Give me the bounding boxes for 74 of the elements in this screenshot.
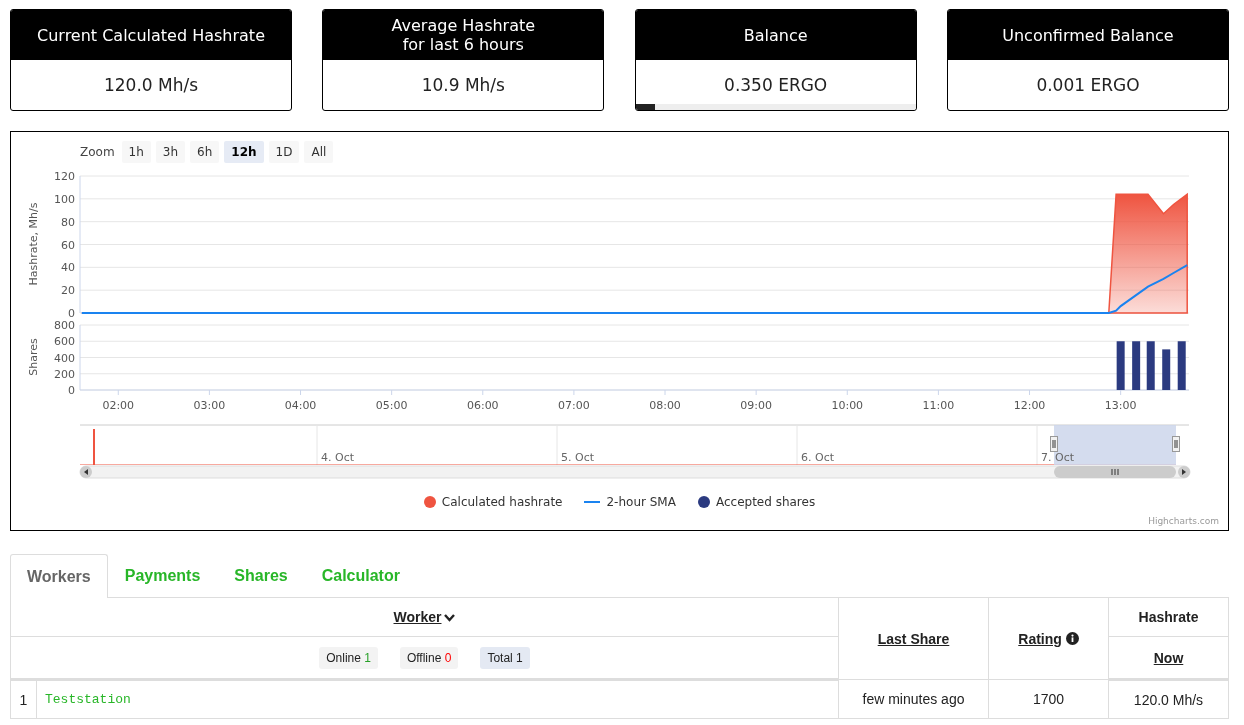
axis-tick-label: 60 bbox=[61, 238, 75, 252]
card-title: Balance bbox=[635, 10, 916, 60]
zoom-button[interactable]: All bbox=[304, 141, 334, 163]
axis-tick-label: 13:00 bbox=[1104, 399, 1137, 412]
legend-label: Accepted shares bbox=[715, 495, 816, 509]
row-number: 1 bbox=[10, 679, 37, 719]
shares-bar bbox=[1116, 341, 1125, 390]
card-title: Current Calculated Hashrate bbox=[11, 10, 291, 60]
axis-tick-label: 0 bbox=[68, 307, 75, 320]
axis-tick-label: 120 bbox=[54, 170, 75, 183]
tab[interactable]: Workers bbox=[10, 554, 108, 598]
legend-item[interactable]: 2-hour SMA bbox=[584, 495, 676, 509]
axis-tick-label: 600 bbox=[54, 335, 75, 349]
chevron-down-icon bbox=[444, 613, 456, 622]
navigator-date-label: 4. Oct bbox=[321, 451, 354, 464]
axis-tick-label: 400 bbox=[54, 351, 75, 365]
navigator-date-label: 7. Oct bbox=[1041, 451, 1074, 464]
sort-column-link[interactable]: Rating bbox=[1018, 630, 1062, 647]
card-value: 10.9 Mh/s bbox=[421, 75, 505, 95]
axis-tick-label: 03:00 bbox=[193, 399, 226, 412]
axis-tick-label: 200 bbox=[54, 367, 75, 381]
axis-tick-label: 06:00 bbox=[466, 399, 499, 412]
axis-tick-label: 09:00 bbox=[740, 399, 772, 412]
axis-title: Hashrate, Mh/s bbox=[27, 202, 40, 286]
sort-column-link[interactable]: Worker bbox=[393, 609, 456, 625]
card-title: Average Hashrate for last 6 hours bbox=[323, 10, 604, 60]
table-cell: 1700 bbox=[988, 679, 1109, 719]
legend-label: 2-hour SMA bbox=[606, 495, 676, 509]
navigator-date-label: 5. Oct bbox=[561, 451, 594, 464]
card-title: Unconfirmed Balance bbox=[948, 10, 1228, 60]
sort-column-link[interactable]: Last Share bbox=[877, 630, 950, 647]
zoom-button[interactable]: 3h bbox=[155, 141, 186, 163]
table-cell: few minutes ago bbox=[838, 679, 989, 719]
filter-button[interactable]: Total 1 bbox=[480, 646, 530, 669]
scrollbar-thumb[interactable] bbox=[1054, 466, 1176, 478]
axis-tick-label: 02:00 bbox=[102, 399, 135, 412]
axis-tick-label: 80 bbox=[61, 215, 75, 229]
shares-bar bbox=[1146, 341, 1155, 390]
navigator-handle[interactable] bbox=[1050, 436, 1058, 452]
zoom-button[interactable]: 12h bbox=[224, 141, 264, 163]
scroll-left-icon[interactable] bbox=[80, 466, 92, 478]
card-value: 0.350 ERGO bbox=[724, 75, 828, 95]
filter-button[interactable]: Offline 0 bbox=[399, 646, 459, 669]
axis-tick-label: 07:00 bbox=[558, 399, 590, 412]
axis-tick-label: 11:00 bbox=[922, 399, 955, 412]
axis-tick-label: 40 bbox=[61, 261, 75, 275]
axis-tick-label: 05:00 bbox=[375, 399, 408, 412]
table-cell: 120.0 Mh/s bbox=[1108, 679, 1229, 719]
axis-tick-label: 100 bbox=[54, 192, 75, 206]
zoom-button[interactable]: 1D bbox=[268, 141, 300, 163]
filter-button[interactable]: Online 1 bbox=[319, 646, 378, 669]
axis-tick-label: 800 bbox=[54, 319, 75, 332]
axis-tick-label: 04:00 bbox=[284, 399, 317, 412]
axis-tick-label: 12:00 bbox=[1013, 399, 1046, 412]
axis-title: Shares bbox=[27, 338, 40, 376]
axis-tick-label: 20 bbox=[61, 284, 75, 298]
zoom-button[interactable]: 6h bbox=[190, 141, 220, 163]
navigator-date-label: 6. Oct bbox=[801, 451, 834, 464]
card-value: 0.001 ERGO bbox=[1036, 75, 1140, 95]
shares-bar bbox=[1162, 349, 1171, 390]
zoom-label: Zoom bbox=[80, 145, 115, 159]
shares-bar bbox=[1177, 341, 1186, 390]
navigator-handle[interactable] bbox=[1172, 436, 1180, 452]
sort-column-link[interactable]: Now bbox=[1153, 649, 1184, 666]
axis-tick-label: 0 bbox=[68, 384, 75, 397]
scroll-right-icon[interactable] bbox=[1178, 466, 1190, 478]
axis-tick-label: 10:00 bbox=[831, 399, 864, 412]
axis-tick-label: 08:00 bbox=[649, 399, 681, 412]
zoom-button[interactable]: 1h bbox=[121, 141, 151, 163]
shares-bar bbox=[1132, 341, 1141, 390]
legend-item[interactable]: Accepted shares bbox=[697, 495, 816, 509]
info-icon[interactable] bbox=[1065, 631, 1079, 645]
card-value: 120.0 Mh/s bbox=[103, 75, 199, 95]
column-header: Hashrate bbox=[1138, 609, 1199, 625]
